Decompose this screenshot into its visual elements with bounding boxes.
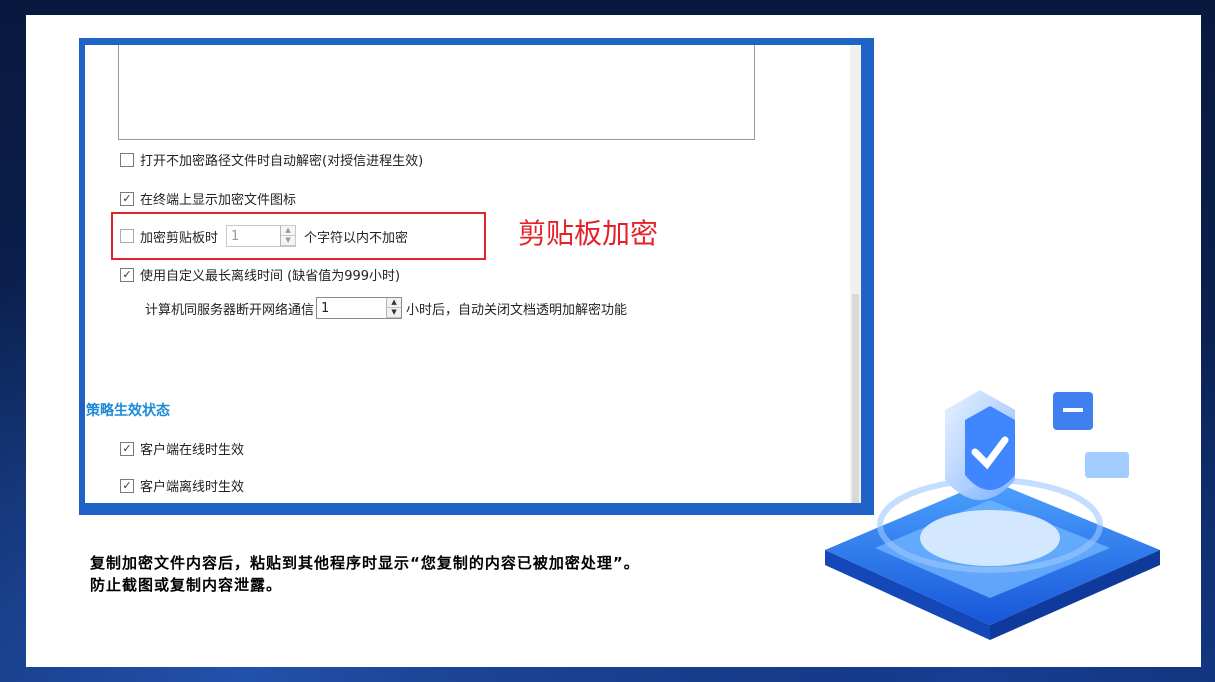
check-icon: ✓: [122, 268, 132, 281]
caption-line-2: 防止截图或复制内容泄露。: [90, 576, 283, 594]
disconnect-suffix: 小时后，自动关闭文档透明加解密功能: [406, 302, 628, 318]
spin-down-icon[interactable]: ▼: [281, 236, 296, 246]
text-area[interactable]: [118, 45, 755, 140]
clipboard-encrypt-checkbox[interactable]: [120, 229, 134, 243]
clipboard-encrypt-label: 加密剪贴板时: [140, 230, 219, 246]
clipboard-char-value[interactable]: 1: [227, 229, 280, 244]
offline-effective-checkbox[interactable]: ✓: [120, 478, 134, 493]
disconnect-hours-stepper[interactable]: 1 ▲ ▼: [316, 297, 403, 319]
show-encrypted-icon-checkbox[interactable]: ✓: [120, 191, 134, 206]
shield-security-illustration: [825, 390, 1160, 640]
clipboard-char-stepper[interactable]: 1 ▲ ▼: [226, 225, 297, 247]
disconnect-prefix: 计算机同服务器断开网络通信: [145, 302, 315, 318]
custom-offline-time-checkbox[interactable]: ✓: [120, 267, 134, 282]
clipboard-encrypt-row[interactable]: 加密剪贴板时 1 ▲ ▼ 个字符以内不加密: [120, 225, 408, 247]
caption: 复制加密文件内容后，粘贴到其他程序时显示“您复制的内容已被加密处理”。 防止截图…: [90, 552, 640, 596]
spin-up-icon[interactable]: ▲: [387, 298, 402, 308]
decrypt-unencrypted-path-checkbox[interactable]: [120, 152, 134, 167]
disconnect-row: 计算机同服务器断开网络通信 1 ▲ ▼ 小时后，自动关闭文档透明加解密功能: [145, 297, 627, 319]
check-icon: ✓: [122, 442, 132, 455]
clipboard-annotation: 剪贴板加密: [518, 217, 659, 250]
disconnect-hours-value[interactable]: 1: [317, 301, 386, 316]
caption-line-1: 复制加密文件内容后，粘贴到其他程序时显示“您复制的内容已被加密处理”。: [90, 554, 640, 572]
check-icon: ✓: [122, 479, 132, 492]
spin-up-icon[interactable]: ▲: [281, 226, 296, 236]
show-encrypted-icon-label: 在终端上显示加密文件图标: [140, 193, 297, 208]
online-effective-label: 客户端在线时生效: [140, 443, 245, 458]
custom-offline-time-row[interactable]: ✓ 使用自定义最长离线时间 (缺省值为999小时): [120, 265, 400, 284]
show-encrypted-icon-row[interactable]: ✓ 在终端上显示加密文件图标: [120, 189, 296, 208]
clipboard-encrypt-suffix: 个字符以内不加密: [304, 230, 409, 246]
custom-offline-time-label: 使用自定义最长离线时间 (缺省值为999小时): [140, 269, 401, 284]
policy-section-title: 策略生效状态: [86, 403, 170, 419]
decrypt-unencrypted-path-label: 打开不加密路径文件时自动解密(对授信进程生效): [140, 154, 424, 169]
online-effective-row[interactable]: ✓ 客户端在线时生效: [120, 439, 244, 458]
decrypt-unencrypted-path-row[interactable]: 打开不加密路径文件时自动解密(对授信进程生效): [120, 150, 423, 169]
offline-effective-label: 客户端离线时生效: [140, 480, 245, 495]
online-effective-checkbox[interactable]: ✓: [120, 441, 134, 456]
spin-down-icon[interactable]: ▼: [387, 308, 402, 318]
offline-effective-row[interactable]: ✓ 客户端离线时生效: [120, 476, 244, 495]
check-icon: ✓: [122, 192, 132, 205]
